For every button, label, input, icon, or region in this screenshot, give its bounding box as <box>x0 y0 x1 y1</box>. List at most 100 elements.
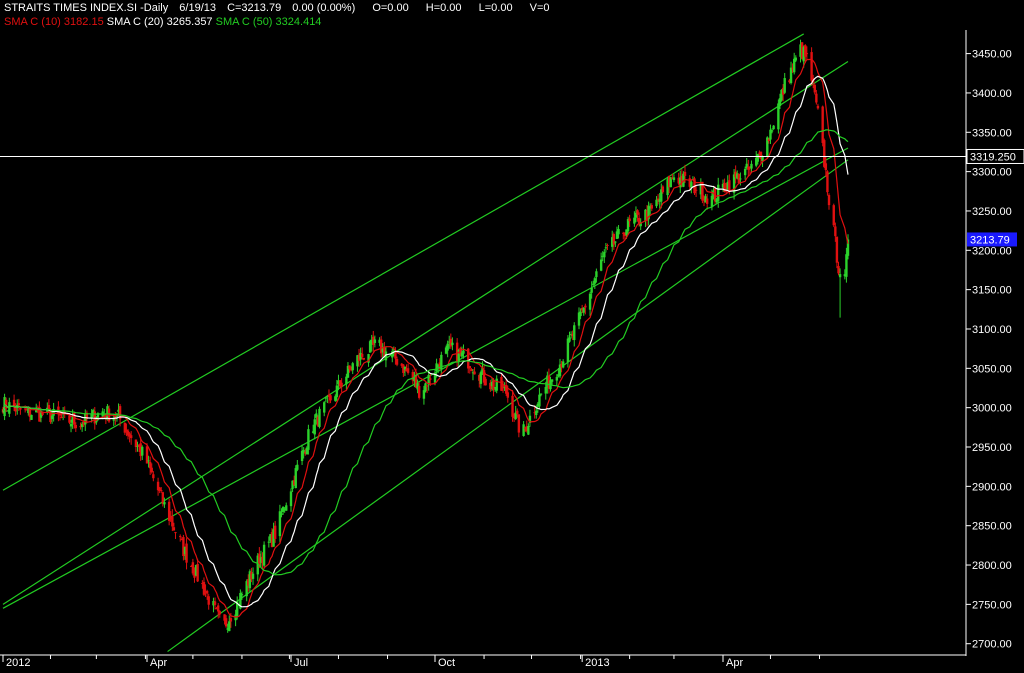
candle-body <box>224 618 228 627</box>
candle-body <box>614 241 617 243</box>
candle-body <box>522 424 525 436</box>
candle-body <box>584 305 587 308</box>
candle-body <box>479 372 483 384</box>
y-tick-label: 2750.00 <box>972 599 1012 611</box>
candle-body <box>710 195 714 208</box>
candle-body <box>804 45 807 57</box>
candle-body <box>207 596 210 605</box>
y-tick-label: 2900.00 <box>972 481 1012 493</box>
candle-body <box>147 460 150 462</box>
y-tick-label: 3300.00 <box>972 167 1012 179</box>
candle-body <box>821 106 824 143</box>
candle-body <box>717 184 720 201</box>
candle-body <box>535 410 538 416</box>
candle-body <box>417 386 421 398</box>
candle-body <box>422 390 426 399</box>
candle-body <box>824 163 828 171</box>
candle-body <box>50 415 54 420</box>
close-label: C=3213.79 <box>227 2 282 14</box>
candle-body <box>628 218 631 222</box>
candle-body <box>185 543 188 563</box>
y-tick-label: 3150.00 <box>972 285 1012 297</box>
y-tick-label: 3050.00 <box>972 363 1012 375</box>
low-label: L=0.00 <box>478 2 513 14</box>
candle-body <box>492 380 495 391</box>
candle-body <box>267 541 271 543</box>
candle-body <box>683 171 687 176</box>
candle-body <box>134 439 138 447</box>
candle-body <box>582 307 585 313</box>
candle-body <box>451 342 454 346</box>
candle <box>424 382 427 393</box>
candle-body <box>23 408 27 410</box>
candle-body <box>74 424 77 429</box>
candle-body <box>473 371 476 375</box>
candle-body <box>228 621 231 632</box>
candle-body <box>191 562 195 574</box>
candle-body <box>728 180 731 192</box>
candle-body <box>348 365 351 370</box>
candle-body <box>794 57 797 61</box>
y-tick-label: 3000.00 <box>972 403 1012 415</box>
candle-body <box>229 618 233 622</box>
candle-body <box>424 383 427 392</box>
candle-body <box>845 254 848 277</box>
sma50-value: 3324.414 <box>275 16 322 28</box>
candle-body <box>606 245 609 247</box>
candle-body <box>462 350 465 354</box>
candle-body <box>213 601 217 605</box>
candle-body <box>313 419 316 435</box>
candle-body <box>446 343 449 351</box>
candle-body <box>30 414 33 420</box>
sma20-value: 3265.357 <box>166 16 213 28</box>
candle-body <box>789 67 793 84</box>
candle-body <box>617 228 620 235</box>
candle <box>737 173 741 184</box>
candle-body <box>661 186 665 193</box>
candle-body <box>294 468 297 489</box>
candle-body <box>595 271 598 278</box>
candle-body <box>174 532 177 534</box>
candle-body <box>205 590 209 594</box>
indicator-legend: SMA C (10) 3182.15 SMA C (20) 3265.357 S… <box>4 16 321 29</box>
y-tick-label: 3350.00 <box>972 127 1012 139</box>
candle-body <box>612 234 616 245</box>
candle-body <box>539 393 543 395</box>
hline-value-text: 3319.250 <box>970 151 1016 163</box>
candle-body <box>296 464 299 470</box>
candle-body <box>163 502 166 505</box>
candle-body <box>495 378 498 391</box>
candle-body <box>835 236 839 263</box>
y-tick-label: 3200.00 <box>972 245 1012 257</box>
candle-body <box>506 392 509 398</box>
candle-body <box>588 293 592 310</box>
candle-body <box>329 395 332 401</box>
y-tick-label: 3450.00 <box>972 49 1012 61</box>
candle-body <box>511 395 514 417</box>
candle-body <box>592 283 595 285</box>
candle-body <box>278 511 282 537</box>
candle-body <box>8 402 11 414</box>
sma10-value: 3182.15 <box>63 16 104 28</box>
candle-body <box>406 368 410 373</box>
candle-body <box>60 416 63 418</box>
candle-body <box>362 357 365 360</box>
candle-body <box>202 581 206 595</box>
x-tick-label: Jul <box>294 657 308 669</box>
candle-body <box>425 385 429 387</box>
sma20-label: SMA C (20) <box>106 16 164 28</box>
x-tick-label: 2013 <box>585 657 609 669</box>
candle <box>318 406 321 429</box>
candle-body <box>516 410 519 415</box>
x-tick-label: Apr <box>150 657 167 669</box>
candle-body <box>694 189 698 191</box>
candle <box>832 203 835 228</box>
candle-body <box>783 78 786 93</box>
candle-body <box>813 84 816 93</box>
last-price-text: 3213.79 <box>970 234 1010 246</box>
open-label: O=0.00 <box>372 2 409 14</box>
price-chart[interactable]: 3450.00 3400.00 3350.00 3300.00 3250.00 3200.… <box>0 0 1024 673</box>
candle-body <box>837 266 840 274</box>
candle-body <box>324 397 328 399</box>
candle-body <box>566 338 570 363</box>
